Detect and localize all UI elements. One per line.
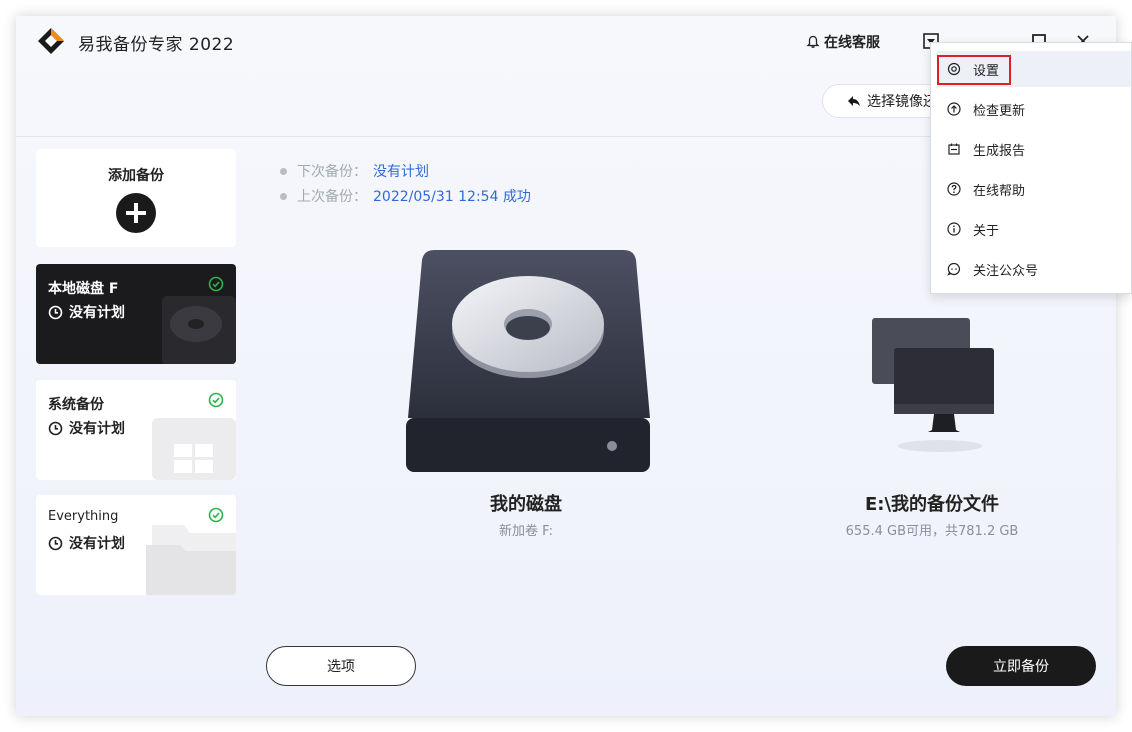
menu-item-check-update[interactable]: 检查更新 [937, 91, 1131, 127]
destination-name: E:\我的备份文件 [864, 494, 1000, 515]
menu-item-label: 在线帮助 [973, 183, 1026, 199]
info-icon [947, 222, 961, 236]
menu-item-label: 检查更新 [973, 103, 1026, 119]
check-circle-icon [208, 276, 224, 292]
options-button[interactable]: 选项 [266, 646, 416, 686]
last-backup-key: 上次备份： [297, 189, 367, 205]
task-title: 本地磁盘 F [48, 281, 119, 297]
online-support-label: 在线客服 [824, 35, 880, 51]
task-schedule-label: 没有计划 [69, 421, 125, 437]
task-title: 系统备份 [48, 397, 104, 413]
destination-sub: 655.4 GB可用，共781.2 GB [845, 524, 1019, 539]
source-name: 我的磁盘 [490, 494, 562, 515]
source-sub: 新加卷 F: [499, 524, 553, 539]
settings-dropdown-menu: 设置 检查更新 生成报告 在线帮助 关于 关注公众号 [930, 42, 1132, 294]
task-schedule-label: 没有计划 [69, 305, 125, 321]
disk-thumbnail-icon [162, 296, 236, 364]
backup-task-everything[interactable]: Everything 没有计划 [36, 495, 236, 595]
windows-thumbnail-icon [152, 418, 236, 480]
highlight-box [937, 55, 1011, 85]
folder-thumbnail-icon [146, 525, 236, 595]
clock-icon [48, 421, 63, 435]
online-support-button[interactable]: 在线客服 [806, 32, 880, 52]
check-circle-icon [208, 507, 224, 523]
check-circle-icon [208, 392, 224, 408]
app-title: 易我备份专家 2022 [78, 35, 235, 55]
clock-icon [48, 536, 63, 550]
menu-item-label: 生成报告 [973, 143, 1026, 159]
arrow-up-icon [947, 102, 961, 116]
app-logo-icon [38, 28, 64, 54]
plus-icon[interactable] [116, 193, 156, 233]
bullet [280, 192, 287, 200]
calendar-icon [948, 143, 960, 155]
next-backup-value[interactable]: 没有计划 [373, 161, 429, 181]
last-backup-value[interactable]: 2022/05/31 12:54 成功 [373, 186, 531, 206]
task-schedule: 没有计划 [48, 302, 125, 322]
add-backup-label: 添加备份 [108, 168, 164, 184]
task-schedule: 没有计划 [48, 533, 125, 553]
menu-item-label: 关注公众号 [973, 263, 1039, 279]
hard-disk-icon[interactable] [404, 246, 654, 476]
menu-item-label: 关于 [973, 223, 1000, 239]
bullet [280, 167, 287, 175]
menu-item-generate-report[interactable]: 生成报告 [937, 131, 1131, 167]
menu-item-follow-account[interactable]: 关注公众号 [937, 251, 1131, 287]
bell-icon [806, 35, 820, 48]
clock-icon [48, 305, 63, 319]
back-arrow-icon [848, 96, 860, 106]
add-backup-card[interactable]: 添加备份 [36, 149, 236, 247]
last-backup-status: 上次备份： 2022/05/31 12:54 成功 [280, 186, 531, 206]
computer-destination-icon[interactable] [868, 316, 1000, 456]
task-title: Everything [48, 509, 119, 524]
menu-item-online-help[interactable]: 在线帮助 [937, 171, 1131, 207]
menu-item-about[interactable]: 关于 [937, 211, 1131, 247]
backup-task-system[interactable]: 系统备份 没有计划 [36, 380, 236, 480]
task-schedule: 没有计划 [48, 418, 125, 438]
next-backup-status: 下次备份： 没有计划 [280, 161, 429, 181]
next-backup-key: 下次备份： [297, 164, 367, 180]
chat-icon [947, 262, 960, 276]
question-icon [947, 182, 961, 196]
backup-task-local-disk-f[interactable]: 本地磁盘 F 没有计划 [36, 264, 236, 364]
task-schedule-label: 没有计划 [69, 536, 125, 552]
backup-now-button[interactable]: 立即备份 [946, 646, 1096, 686]
